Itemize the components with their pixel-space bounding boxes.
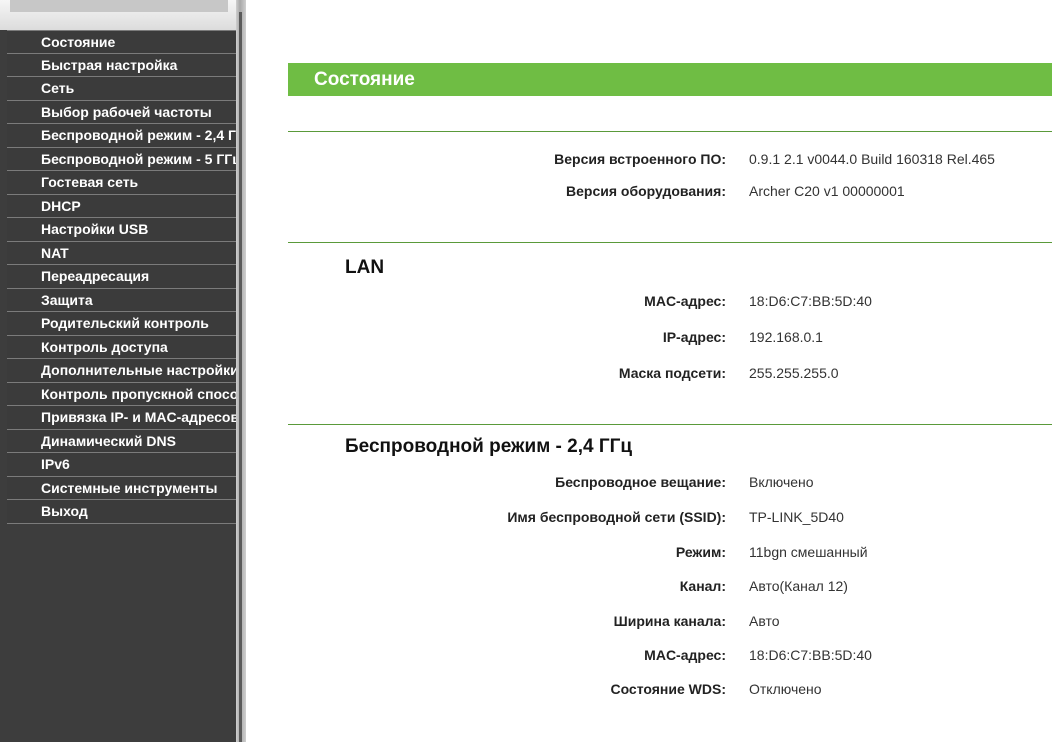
menu-item-access-control[interactable]: Контроль доступа xyxy=(7,335,236,359)
info-row-firmware: Версия встроенного ПО: 0.9.1 2.1 v0044.0… xyxy=(246,148,1052,170)
divider xyxy=(288,424,1052,425)
menu-item-ipv6[interactable]: IPv6 xyxy=(7,453,236,477)
info-row-wireless-mode: Режим: 11bgn смешанный xyxy=(246,541,1052,563)
info-row-lan-mask: Маска подсети: 255.255.255.0 xyxy=(246,362,1052,384)
sidebar-top-strip xyxy=(0,0,244,30)
wireless-width-value: Авто xyxy=(749,613,780,629)
menu-item-nat[interactable]: NAT xyxy=(7,241,236,265)
main-content: Состояние Версия встроенного ПО: 0.9.1 2… xyxy=(246,0,1052,742)
menu-item-security[interactable]: Защита xyxy=(7,288,236,312)
wireless-channel-value: Авто(Канал 12) xyxy=(749,578,848,594)
menu-item-dynamic-dns[interactable]: Динамический DNS xyxy=(7,429,236,453)
firmware-value: 0.9.1 2.1 v0044.0 Build 160318 Rel.465 xyxy=(749,151,995,167)
section-title-wireless: Беспроводной режим - 2,4 ГГц xyxy=(345,436,633,457)
wireless-mode-label: Режим: xyxy=(675,544,726,560)
info-row-wireless-broadcast: Беспроводное вещание: Включено xyxy=(246,471,1052,493)
hardware-label: Версия оборудования: xyxy=(566,183,726,199)
menu-item-quick-setup[interactable]: Быстрая настройка xyxy=(7,53,236,77)
section-title-lan: LAN xyxy=(345,257,385,278)
router-admin-window: Состояние Быстрая настройка Сеть Выбор р… xyxy=(0,0,1052,742)
frame-divider[interactable] xyxy=(236,0,246,742)
info-row-lan-ip: IP-адрес: 192.168.0.1 xyxy=(246,326,1052,348)
menu-item-status[interactable]: Состояние xyxy=(7,30,236,54)
menu-item-logout[interactable]: Выход xyxy=(7,500,236,524)
lan-ip-label: IP-адрес: xyxy=(662,329,726,345)
lan-mask-value: 255.255.255.0 xyxy=(749,365,839,381)
lan-mac-label: MAC-адрес: xyxy=(644,293,726,309)
menu-item-forwarding[interactable]: Переадресация xyxy=(7,265,236,289)
menu-item-usb-settings[interactable]: Настройки USB xyxy=(7,218,236,242)
sidebar-menu: Состояние Быстрая настройка Сеть Выбор р… xyxy=(0,30,236,742)
menu-item-parental-control[interactable]: Родительский контроль xyxy=(7,312,236,336)
menu-item-system-tools[interactable]: Системные инструменты xyxy=(7,476,236,500)
wireless-broadcast-value: Включено xyxy=(749,474,814,490)
lan-mac-value: 18:D6:C7:BB:5D:40 xyxy=(749,293,872,309)
menu-item-bandwidth-control[interactable]: Контроль пропускной способности xyxy=(7,382,236,406)
wireless-mode-value: 11bgn смешанный xyxy=(749,544,868,560)
wireless-width-label: Ширина канала: xyxy=(613,613,726,629)
info-row-wireless-wds: Состояние WDS: Отключено xyxy=(246,678,1052,700)
lan-ip-value: 192.168.0.1 xyxy=(749,329,823,345)
menu-item-ip-mac-binding[interactable]: Привязка IP- и MAC-адресов xyxy=(7,406,236,430)
wireless-ssid-value: TP-LINK_5D40 xyxy=(749,509,844,525)
page-title: Состояние xyxy=(288,63,1052,96)
info-row-wireless-mac: MAC-адрес: 18:D6:C7:BB:5D:40 xyxy=(246,644,1052,666)
info-row-hardware: Версия оборудования: Archer C20 v1 00000… xyxy=(246,180,1052,202)
wireless-broadcast-label: Беспроводное вещание: xyxy=(555,474,726,490)
info-row-wireless-ssid: Имя беспроводной сети (SSID): TP-LINK_5D… xyxy=(246,506,1052,528)
wireless-mac-value: 18:D6:C7:BB:5D:40 xyxy=(749,647,872,663)
menu-item-wireless-24[interactable]: Беспроводной режим - 2,4 ГГц xyxy=(7,124,236,148)
wireless-ssid-label: Имя беспроводной сети (SSID): xyxy=(507,509,726,525)
sidebar-grip xyxy=(10,0,228,12)
menu-item-guest-network[interactable]: Гостевая сеть xyxy=(7,171,236,195)
menu-item-wireless-5[interactable]: Беспроводной режим - 5 ГГц xyxy=(7,147,236,171)
firmware-label: Версия встроенного ПО: xyxy=(554,151,726,167)
divider xyxy=(288,242,1052,243)
info-row-wireless-width: Ширина канала: Авто xyxy=(246,610,1052,632)
wireless-wds-label: Состояние WDS: xyxy=(610,681,726,697)
info-row-wireless-channel: Канал: Авто(Канал 12) xyxy=(246,575,1052,597)
menu-item-advanced-settings[interactable]: Дополнительные настройки xyxy=(7,359,236,383)
wireless-wds-value: Отключено xyxy=(749,681,822,697)
hardware-value: Archer C20 v1 00000001 xyxy=(749,183,905,199)
menu-item-network[interactable]: Сеть xyxy=(7,77,236,101)
menu-list: Состояние Быстрая настройка Сеть Выбор р… xyxy=(0,30,236,524)
menu-item-dhcp[interactable]: DHCP xyxy=(7,194,236,218)
wireless-mac-label: MAC-адрес: xyxy=(644,647,726,663)
menu-item-band-select[interactable]: Выбор рабочей частоты xyxy=(7,100,236,124)
wireless-channel-label: Канал: xyxy=(679,578,726,594)
lan-mask-label: Маска подсети: xyxy=(618,365,726,381)
divider xyxy=(288,131,1052,132)
frame-divider-line xyxy=(239,12,242,742)
info-row-lan-mac: MAC-адрес: 18:D6:C7:BB:5D:40 xyxy=(246,290,1052,312)
